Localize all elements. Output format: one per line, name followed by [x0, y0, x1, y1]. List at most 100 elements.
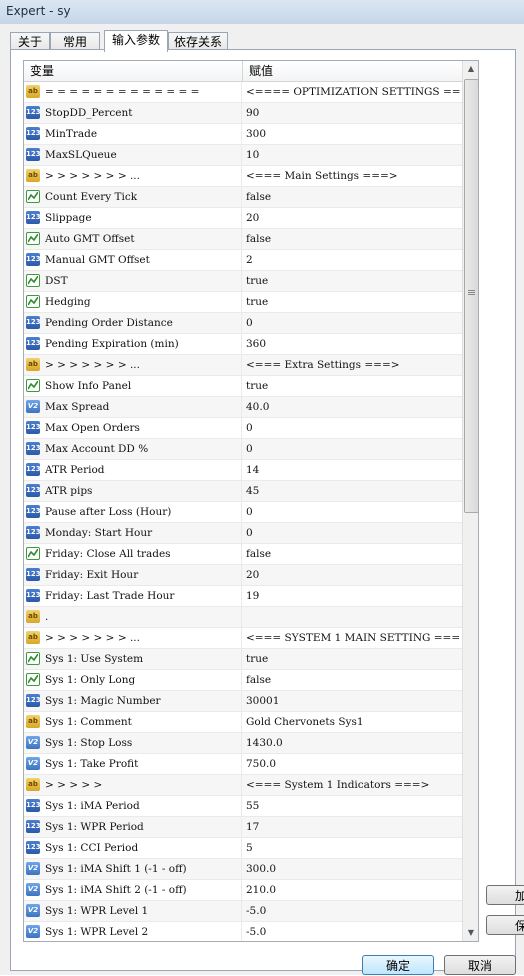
parameter-name: Sys 1: WPR Period	[45, 817, 242, 837]
parameter-value[interactable]: 0	[246, 313, 460, 333]
parameter-row[interactable]: 123 Max Account DD % 0	[24, 439, 462, 460]
string-type-icon: ab	[26, 169, 40, 182]
parameter-row[interactable]: 123 Friday: Last Trade Hour 19	[24, 586, 462, 607]
scroll-up-icon[interactable]: ▲	[463, 61, 478, 77]
parameter-row[interactable]: V2 Sys 1: WPR Level 1 -5.0	[24, 901, 462, 922]
parameter-row[interactable]: ab = = = = = = = = = = = = = <==== OPTIMIZ…	[24, 82, 462, 103]
parameter-value[interactable]: 14	[246, 460, 460, 480]
parameter-value[interactable]: 17	[246, 817, 460, 837]
parameter-row[interactable]: 123 MinTrade 300	[24, 124, 462, 145]
parameter-value[interactable]: -5.0	[246, 901, 460, 921]
parameter-value[interactable]: false	[246, 229, 460, 249]
parameter-row[interactable]: V2 Sys 1: Stop Loss 1430.0	[24, 733, 462, 754]
int-type-icon: 123	[26, 421, 41, 434]
column-header-value[interactable]: 赋值	[243, 61, 462, 81]
parameter-row[interactable]: V2 Sys 1: iMA Shift 2 (-1 - off) 210.0	[24, 880, 462, 901]
parameter-value[interactable]: true	[246, 271, 460, 291]
parameter-value[interactable]: 0	[246, 502, 460, 522]
parameter-row[interactable]: ab > > > > > > > ... <=== SYSTEM 1 MAIN SE…	[24, 628, 462, 649]
parameter-row[interactable]: DST true	[24, 271, 462, 292]
parameter-value[interactable]: 20	[246, 208, 460, 228]
parameter-value[interactable]: 30001	[246, 691, 460, 711]
parameter-row[interactable]: 123 Pending Order Distance 0	[24, 313, 462, 334]
parameter-value[interactable]	[246, 607, 460, 627]
parameter-value[interactable]: 2	[246, 250, 460, 270]
parameter-value[interactable]: 19	[246, 586, 460, 606]
parameter-row[interactable]: 123 ATR Period 14	[24, 460, 462, 481]
parameter-value[interactable]: 10	[246, 145, 460, 165]
parameter-name: Sys 1: WPR Level 1	[45, 901, 242, 921]
parameter-value[interactable]: <=== System 1 Indicators ===>	[246, 775, 460, 795]
parameter-row[interactable]: 123 Sys 1: CCI Period 5	[24, 838, 462, 859]
parameter-row[interactable]: Hedging true	[24, 292, 462, 313]
parameter-value[interactable]: 55	[246, 796, 460, 816]
parameter-row[interactable]: Sys 1: Use System true	[24, 649, 462, 670]
scroll-down-icon[interactable]: ▼	[463, 925, 478, 941]
parameter-value[interactable]: 750.0	[246, 754, 460, 774]
parameter-value[interactable]: false	[246, 187, 460, 207]
parameter-row[interactable]: V2 Sys 1: Take Profit 750.0	[24, 754, 462, 775]
parameter-value[interactable]: 300.0	[246, 859, 460, 879]
parameter-value[interactable]: 20	[246, 565, 460, 585]
tab-inputs[interactable]: 输入参数	[104, 30, 168, 52]
parameter-value[interactable]: 1430.0	[246, 733, 460, 753]
parameter-row[interactable]: 123 Sys 1: iMA Period 55	[24, 796, 462, 817]
parameter-row[interactable]: 123 Sys 1: Magic Number 30001	[24, 691, 462, 712]
parameter-value[interactable]: <==== OPTIMIZATION SETTINGS ====>	[246, 82, 460, 102]
scroll-thumb[interactable]	[464, 79, 478, 513]
parameter-name: Hedging	[45, 292, 242, 312]
parameter-row[interactable]: 123 Sys 1: WPR Period 17	[24, 817, 462, 838]
vertical-scrollbar[interactable]: ▲ ▼	[462, 61, 478, 941]
parameter-row[interactable]: Count Every Tick false	[24, 187, 462, 208]
parameter-row[interactable]: 123 Max Open Orders 0	[24, 418, 462, 439]
parameter-value[interactable]: Gold Chervonets Sys1	[246, 712, 460, 732]
parameter-row[interactable]: 123 MaxSLQueue 10	[24, 145, 462, 166]
parameter-value[interactable]: 45	[246, 481, 460, 501]
parameter-value[interactable]: 210.0	[246, 880, 460, 900]
column-header-variable[interactable]: 变量	[24, 61, 243, 81]
save-button[interactable]: 保	[486, 915, 524, 935]
parameter-value[interactable]: -5.0	[246, 922, 460, 941]
ok-button[interactable]: 确定	[362, 955, 434, 975]
parameter-value[interactable]: 5	[246, 838, 460, 858]
cancel-button[interactable]: 取消	[444, 955, 516, 975]
parameter-value[interactable]: true	[246, 292, 460, 312]
parameter-row[interactable]: V2 Sys 1: WPR Level 2 -5.0	[24, 922, 462, 941]
parameter-value[interactable]: <=== Main Settings ===>	[246, 166, 460, 186]
parameter-row[interactable]: ab > > > > > <=== System 1 Indicators ===>	[24, 775, 462, 796]
parameter-value[interactable]: <=== Extra Settings ===>	[246, 355, 460, 375]
parameter-row[interactable]: ab > > > > > > > ... <=== Main Settings ==…	[24, 166, 462, 187]
parameter-value[interactable]: 360	[246, 334, 460, 354]
parameter-value[interactable]: 40.0	[246, 397, 460, 417]
parameter-value[interactable]: false	[246, 670, 460, 690]
parameter-row[interactable]: V2 Max Spread 40.0	[24, 397, 462, 418]
parameter-row[interactable]: ab > > > > > > > ... <=== Extra Settings =…	[24, 355, 462, 376]
parameter-value[interactable]: 0	[246, 523, 460, 543]
parameter-row[interactable]: 123 Manual GMT Offset 2	[24, 250, 462, 271]
parameter-value[interactable]: 0	[246, 418, 460, 438]
parameter-row[interactable]: 123 Pause after Loss (Hour) 0	[24, 502, 462, 523]
parameter-row[interactable]: Auto GMT Offset false	[24, 229, 462, 250]
parameter-value[interactable]: true	[246, 376, 460, 396]
parameter-row[interactable]: 123 Friday: Exit Hour 20	[24, 565, 462, 586]
parameter-row[interactable]: 123 Slippage 20	[24, 208, 462, 229]
parameter-value[interactable]: true	[246, 649, 460, 669]
parameter-value[interactable]: false	[246, 544, 460, 564]
parameter-row[interactable]: 123 Monday: Start Hour 0	[24, 523, 462, 544]
parameter-value[interactable]: <=== SYSTEM 1 MAIN SETTING ===>	[246, 628, 460, 648]
parameter-row[interactable]: Show Info Panel true	[24, 376, 462, 397]
parameter-row[interactable]: Friday: Close All trades false	[24, 544, 462, 565]
parameter-row[interactable]: 123 Pending Expiration (min) 360	[24, 334, 462, 355]
parameter-row[interactable]: ab Sys 1: Comment Gold Chervonets Sys1	[24, 712, 462, 733]
parameter-value[interactable]: 0	[246, 439, 460, 459]
parameter-row[interactable]: V2 Sys 1: iMA Shift 1 (-1 - off) 300.0	[24, 859, 462, 880]
parameter-value[interactable]: 300	[246, 124, 460, 144]
load-button[interactable]: 加	[486, 885, 524, 905]
parameter-row[interactable]: ab.	[24, 607, 462, 628]
parameter-name: Friday: Exit Hour	[45, 565, 242, 585]
parameter-value[interactable]: 90	[246, 103, 460, 123]
parameter-row[interactable]: Sys 1: Only Long false	[24, 670, 462, 691]
parameter-row[interactable]: 123 ATR pips 45	[24, 481, 462, 502]
parameter-name: Sys 1: WPR Level 2	[45, 922, 242, 941]
parameter-row[interactable]: 123 StopDD_Percent 90	[24, 103, 462, 124]
